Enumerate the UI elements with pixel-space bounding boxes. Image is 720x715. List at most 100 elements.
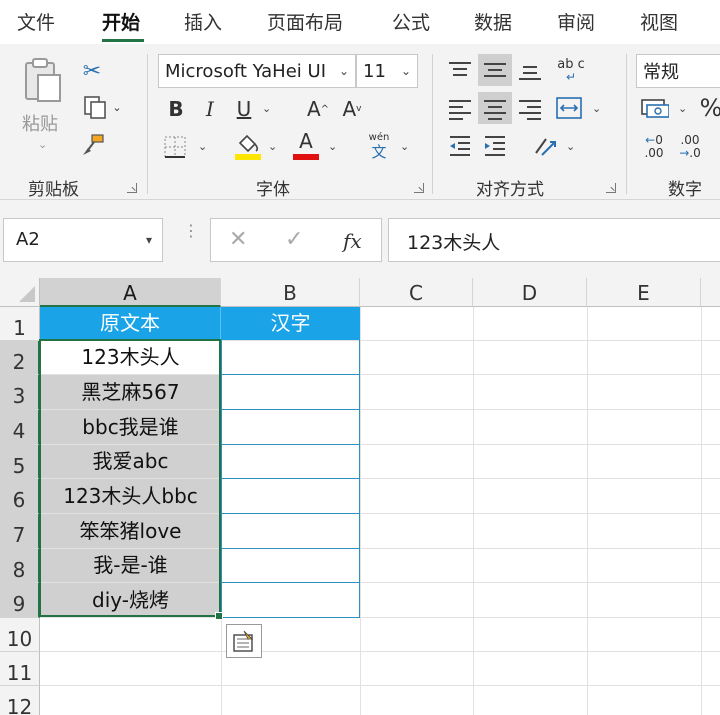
tab-review[interactable]: 审阅 [557,8,595,35]
name-box-value: A2 [16,229,40,250]
fill-color-dropdown-icon[interactable]: ⌄ [268,140,277,153]
row-header-11[interactable]: 11 [0,652,40,686]
tab-formulas[interactable]: 公式 [392,8,430,35]
orientation-button[interactable] [530,130,560,162]
insert-function-icon[interactable]: fx [343,229,362,253]
cell-b1[interactable]: 汉字 [221,307,360,340]
cell-b5[interactable] [221,445,360,479]
column-header-e[interactable]: E [587,278,701,307]
row-header-2[interactable]: 2 [0,341,40,375]
underline-button[interactable]: U [232,94,256,124]
column-header-d[interactable]: D [473,278,587,307]
cell-b7[interactable] [221,514,360,549]
row-header-8[interactable]: 8 [0,549,40,583]
accounting-dropdown-icon[interactable]: ⌄ [678,102,687,115]
row-header-10[interactable]: 10 [0,618,40,652]
quick-analysis-button[interactable] [226,624,262,658]
cell-b2[interactable] [221,340,360,375]
borders-dropdown-icon[interactable]: ⌄ [198,140,207,153]
enter-icon[interactable]: ✓ [285,227,303,252]
shrink-font-button[interactable]: Av [340,94,364,124]
merge-center-button[interactable] [554,92,584,124]
row-header-1[interactable]: 1 [0,307,40,341]
fill-handle[interactable] [215,612,223,620]
underline-dropdown-icon[interactable]: ⌄ [262,102,271,115]
column-header-c[interactable]: C [360,278,473,307]
align-middle-button[interactable] [478,54,512,86]
wrap-text-button[interactable]: ab c ↵ [554,54,588,86]
name-box[interactable]: A2 ▾ [3,218,163,262]
grow-font-button[interactable]: A ^ [306,94,330,124]
font-color-icon: A [299,129,313,153]
italic-button[interactable]: I [198,94,222,124]
borders-button[interactable] [162,132,188,162]
paste-dropdown-icon[interactable]: ⌄ [38,138,47,151]
column-header-b[interactable]: B [221,278,360,307]
merge-dropdown-icon[interactable]: ⌄ [592,102,601,115]
gridline [473,307,474,715]
column-header-f[interactable] [701,278,720,307]
quick-analysis-icon [233,630,253,652]
column-header-a[interactable]: A [40,278,221,307]
gridline [40,651,720,652]
row-header-7[interactable]: 7 [0,514,40,549]
alignment-launcher-icon[interactable] [606,183,616,193]
tab-insert[interactable]: 插入 [184,8,222,35]
increase-indent-button[interactable] [478,130,512,162]
cell-b9[interactable] [221,583,360,618]
tab-file[interactable]: 文件 [17,8,55,35]
tab-data[interactable]: 数据 [474,8,512,35]
font-launcher-icon[interactable] [414,183,424,193]
currency-icon [641,99,669,118]
merge-cells-icon [556,97,582,119]
decrease-indent-button[interactable] [444,130,476,162]
font-color-dropdown-icon[interactable]: ⌄ [328,140,337,153]
row-header-4[interactable]: 4 [0,410,40,445]
tab-home[interactable]: 开始 [102,8,140,35]
tab-page-layout[interactable]: 页面布局 [267,8,343,35]
align-bottom-button[interactable] [514,54,546,86]
clipboard-launcher-icon[interactable] [127,183,137,193]
formula-bar-grip-icon[interactable]: ⋮ [183,223,199,239]
row-header-3[interactable]: 3 [0,375,40,410]
copy-dropdown-icon[interactable]: ⌄ [112,101,121,114]
accounting-format-button[interactable] [638,92,672,124]
decrease-decimal-button[interactable]: .00 →.0 [674,130,706,164]
align-left-button[interactable] [444,92,476,124]
cell-b6[interactable] [221,479,360,514]
cancel-icon[interactable]: ✕ [229,227,247,252]
font-size-select[interactable]: 11 ⌄ [356,54,418,88]
align-top-button[interactable] [444,54,476,86]
row-header-6[interactable]: 6 [0,479,40,514]
row-header-9[interactable]: 9 [0,583,40,618]
font-name-select[interactable]: Microsoft YaHei UI ⌄ [158,54,356,88]
row-header-5[interactable]: 5 [0,445,40,479]
cell-b3[interactable] [221,375,360,410]
format-painter-button[interactable] [78,130,108,160]
orientation-dropdown-icon[interactable]: ⌄ [566,140,575,153]
cell-b4[interactable] [221,410,360,445]
formula-input[interactable]: 123木头人 [388,218,720,262]
increase-decimal-button[interactable]: ←0 .00 [638,130,670,164]
align-right-button[interactable] [514,92,546,124]
chevron-down-icon[interactable]: ▾ [146,233,152,247]
align-left-icon [449,98,471,120]
copy-button[interactable]: ⌄ [78,92,126,122]
row-header-12[interactable]: 12 [0,686,40,715]
number-format-select[interactable]: 常规 [636,54,720,88]
font-color-button[interactable]: A [292,128,320,162]
align-center-button[interactable] [478,92,512,124]
select-all-button[interactable] [0,278,40,307]
border-grid-icon [164,136,186,158]
phonetic-button[interactable]: wén 文 [364,130,394,162]
cell-a1[interactable]: 原文本 [40,307,221,340]
bold-button[interactable]: B [164,94,188,124]
cell-b8[interactable] [221,549,360,583]
percent-button[interactable]: % [696,92,720,124]
cut-button[interactable]: ✂ [78,56,106,86]
worksheet-grid[interactable]: A B C D E 1 2 3 4 5 6 7 8 9 10 11 12 原文本… [0,278,720,715]
phonetic-dropdown-icon[interactable]: ⌄ [400,140,409,153]
fill-color-button[interactable] [234,130,262,162]
tab-view[interactable]: 视图 [640,8,678,35]
paste-button[interactable] [20,56,64,106]
